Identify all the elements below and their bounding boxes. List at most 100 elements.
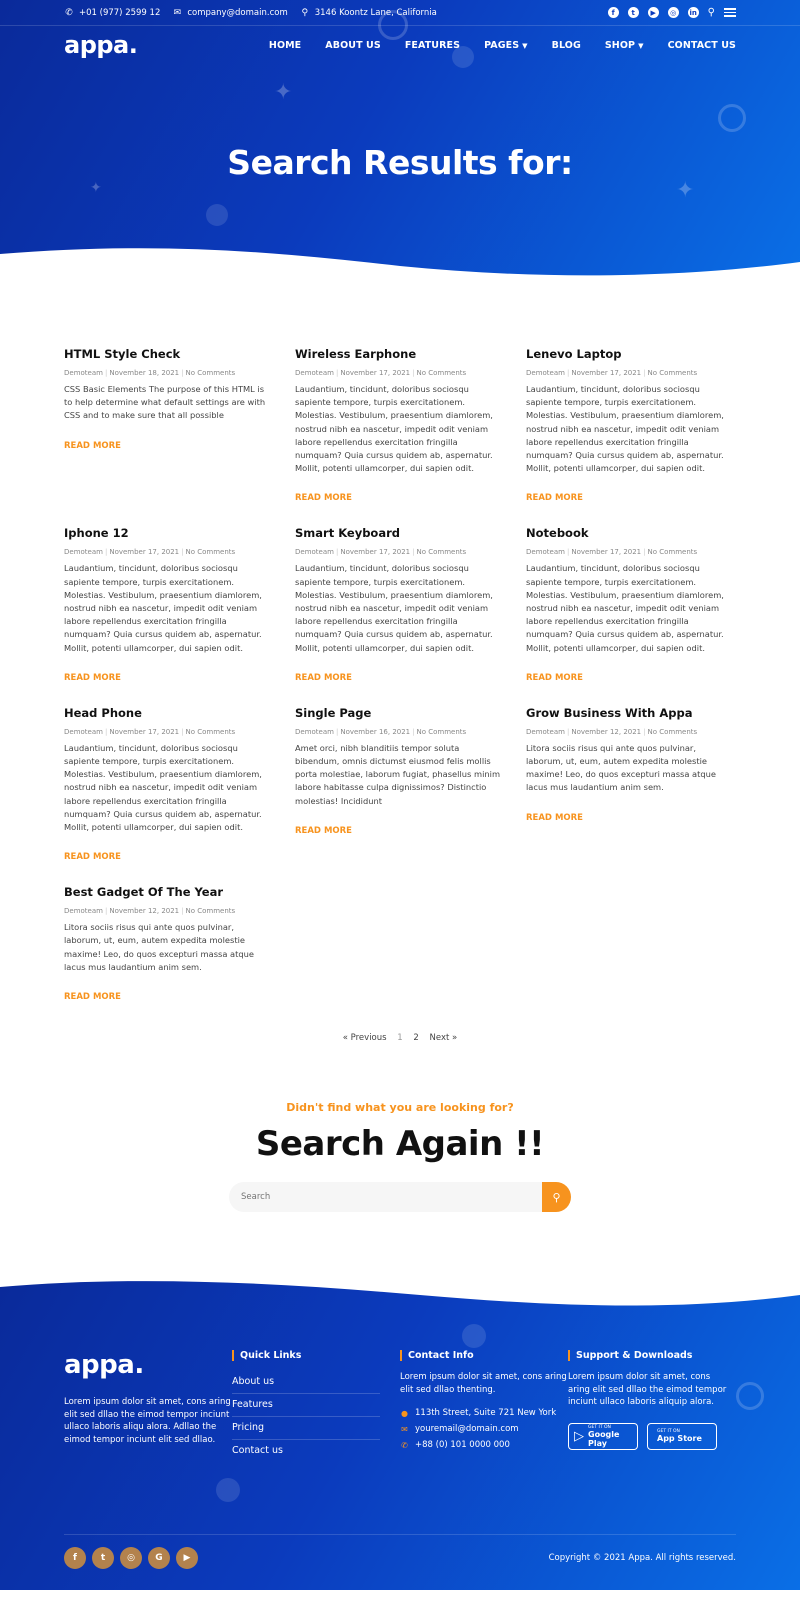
twitter-icon[interactable]: t [627, 7, 639, 18]
post-date[interactable]: November 17, 2021 [571, 548, 641, 556]
pagination-page-2[interactable]: 2 [413, 1033, 418, 1043]
instagram-icon[interactable]: ◎ [120, 1547, 142, 1570]
post-title[interactable]: Wireless Earphone [295, 347, 501, 361]
decor-dot [206, 204, 228, 226]
nav-blog[interactable]: BLOG [552, 40, 581, 51]
nav-shop[interactable]: SHOP ▼ [605, 40, 644, 51]
instagram-icon[interactable]: ◎ [667, 7, 679, 18]
post-comments[interactable]: No Comments [417, 728, 467, 736]
post-title[interactable]: Lenevo Laptop [526, 347, 732, 361]
read-more-link[interactable]: READ MORE [526, 493, 583, 503]
post-title[interactable]: Smart Keyboard [295, 526, 501, 540]
linkedin-icon[interactable]: in [687, 7, 699, 18]
post-title[interactable]: Single Page [295, 706, 501, 720]
google-icon[interactable]: G [148, 1547, 170, 1570]
post-comments[interactable]: No Comments [186, 548, 236, 556]
nav-home[interactable]: HOME [269, 40, 301, 51]
post-date[interactable]: November 18, 2021 [109, 369, 179, 377]
search-button[interactable]: ⚲ [542, 1182, 571, 1213]
footer-logo[interactable]: appa. [64, 1350, 244, 1380]
footer-support: Support & Downloads Lorem ipsum dolor si… [568, 1350, 728, 1462]
post-title[interactable]: Grow Business With Appa [526, 706, 732, 720]
post-author[interactable]: Demoteam [295, 548, 334, 556]
post-comments[interactable]: No Comments [648, 369, 698, 377]
decor-sparkle-icon: ✦ [90, 180, 102, 196]
pagination-next[interactable]: Next » [430, 1033, 458, 1043]
post-date[interactable]: November 12, 2021 [571, 728, 641, 736]
read-more-link[interactable]: READ MORE [295, 673, 352, 683]
search-input[interactable] [229, 1182, 542, 1213]
read-more-link[interactable]: READ MORE [64, 992, 121, 1002]
youtube-icon[interactable]: ▶ [647, 7, 659, 18]
twitter-icon[interactable]: t [92, 1547, 114, 1570]
google-big-text: Google Play [588, 1429, 620, 1448]
post-author[interactable]: Demoteam [64, 907, 103, 915]
read-more-link[interactable]: READ MORE [295, 826, 352, 836]
post-date[interactable]: November 17, 2021 [571, 369, 641, 377]
nav-about[interactable]: ABOUT US [325, 40, 381, 51]
contact-phone[interactable]: ✆ +88 (0) 101 0000 000 [400, 1440, 568, 1450]
post-title[interactable]: Notebook [526, 526, 732, 540]
decor-dot [216, 1478, 240, 1503]
post-date[interactable]: November 16, 2021 [340, 728, 410, 736]
footer-contact: Contact Info Lorem ipsum dolor sit amet,… [400, 1350, 568, 1462]
read-more-link[interactable]: READ MORE [64, 673, 121, 683]
post-date[interactable]: November 17, 2021 [340, 369, 410, 377]
post-comments[interactable]: No Comments [417, 369, 467, 377]
topbar-email[interactable]: ✉ company@domain.com [172, 8, 288, 18]
post-comments[interactable]: No Comments [186, 728, 236, 736]
post-excerpt: Litora sociis risus qui ante quos pulvin… [526, 742, 717, 793]
post-author[interactable]: Demoteam [64, 369, 103, 377]
footer-link-features[interactable]: Features [232, 1394, 380, 1418]
post-date[interactable]: November 17, 2021 [340, 548, 410, 556]
result-card: Smart Keyboard Demoteam | November 17, 202… [295, 526, 501, 683]
google-play-badge[interactable]: ▷ GET IT ON Google Play [568, 1422, 638, 1450]
post-comments[interactable]: No Comments [648, 728, 698, 736]
post-comments[interactable]: No Comments [186, 907, 236, 915]
topbar-phone[interactable]: ✆ +01 (977) 2599 12 [64, 8, 160, 18]
post-comments[interactable]: No Comments [186, 369, 236, 377]
post-author[interactable]: Demoteam [295, 728, 334, 736]
post-comments[interactable]: No Comments [417, 548, 467, 556]
read-more-link[interactable]: READ MORE [526, 673, 583, 683]
post-title[interactable]: Iphone 12 [64, 526, 270, 540]
search-icon[interactable]: ⚲ [708, 7, 715, 18]
post-author[interactable]: Demoteam [526, 369, 565, 377]
post-title[interactable]: Head Phone [64, 706, 270, 720]
nav-contact[interactable]: CONTACT US [668, 40, 736, 51]
post-author[interactable]: Demoteam [295, 369, 334, 377]
contact-heading: Contact Info [400, 1350, 568, 1362]
site-logo[interactable]: appa. [64, 31, 138, 59]
post-meta: Demoteam | November 12, 2021 | No Comments [526, 727, 698, 736]
nav-pages[interactable]: PAGES ▼ [484, 40, 528, 51]
post-author[interactable]: Demoteam [64, 728, 103, 736]
post-title[interactable]: HTML Style Check [64, 347, 270, 361]
post-title[interactable]: Best Gadget Of The Year [64, 885, 270, 899]
post-date[interactable]: November 17, 2021 [109, 548, 179, 556]
contact-text: Lorem ipsum dolor sit amet, cons aring e… [400, 1372, 567, 1395]
pagination-prev[interactable]: « Previous [343, 1033, 387, 1043]
menu-icon[interactable] [724, 8, 736, 17]
post-author[interactable]: Demoteam [64, 548, 103, 556]
footer-link-contact[interactable]: Contact us [232, 1440, 380, 1462]
youtube-icon[interactable]: ▶ [176, 1547, 198, 1570]
read-more-link[interactable]: READ MORE [295, 493, 352, 503]
footer-link-pricing[interactable]: Pricing [232, 1417, 380, 1441]
app-store-badge[interactable]: GET IT ON App Store [647, 1422, 717, 1450]
read-more-link[interactable]: READ MORE [64, 441, 121, 451]
hero-wave [0, 248, 800, 285]
post-author[interactable]: Demoteam [526, 728, 565, 736]
location-pin-icon: ⚲ [301, 7, 309, 18]
post-author[interactable]: Demoteam [526, 548, 565, 556]
read-more-link[interactable]: READ MORE [64, 852, 121, 862]
facebook-icon[interactable]: f [64, 1547, 86, 1570]
footer-link-about[interactable]: About us [232, 1371, 380, 1395]
post-date[interactable]: November 12, 2021 [109, 907, 179, 915]
read-more-link[interactable]: READ MORE [526, 813, 583, 823]
facebook-icon[interactable]: f [607, 7, 619, 18]
contact-email[interactable]: ✉ youremail@domain.com [400, 1424, 568, 1434]
phone-icon: ✆ [65, 7, 73, 18]
nav-features[interactable]: FEATURES [405, 40, 460, 51]
post-date[interactable]: November 17, 2021 [109, 728, 179, 736]
post-comments[interactable]: No Comments [648, 548, 698, 556]
